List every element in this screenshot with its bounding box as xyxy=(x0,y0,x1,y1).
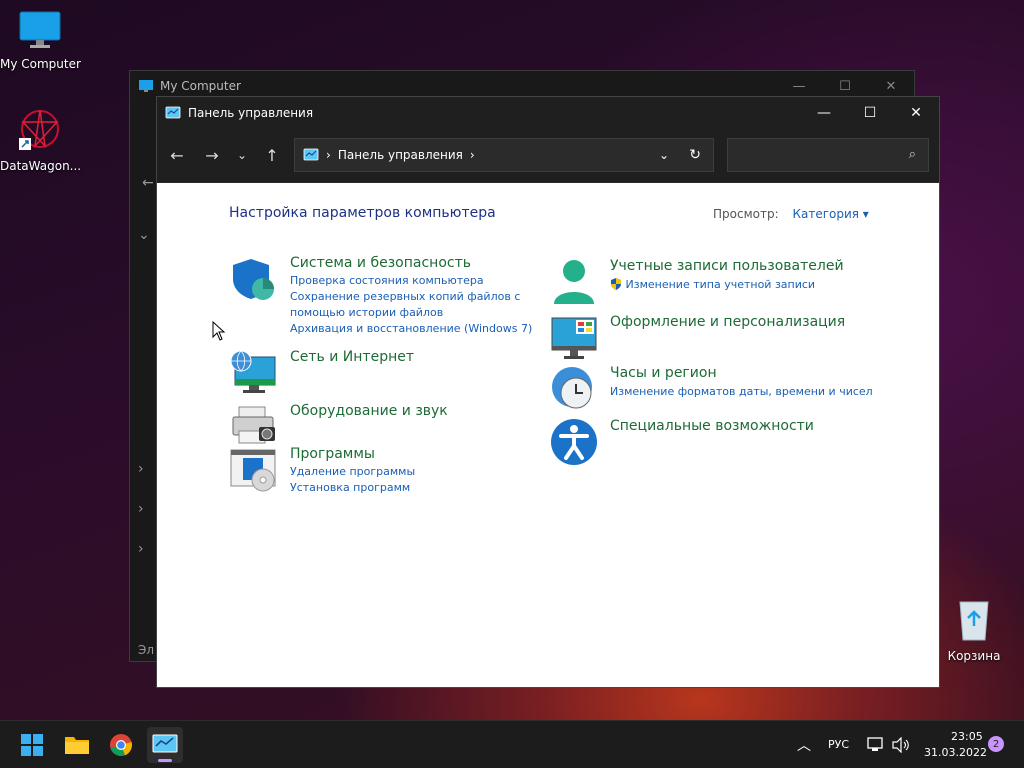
up-button[interactable]: ↑ xyxy=(260,143,284,167)
uac-shield-icon xyxy=(611,278,621,290)
monitor-icon xyxy=(19,11,61,48)
view-dropdown[interactable]: Категория ▾ xyxy=(792,207,868,221)
datawagon-icon xyxy=(19,109,59,150)
forward-button[interactable]: → xyxy=(200,143,224,167)
programs-icon xyxy=(230,449,276,492)
desktop-icon-label: DataWagon... xyxy=(0,159,82,173)
close-button[interactable]: ✕ xyxy=(893,97,939,128)
address-bar[interactable]: › Панель управления › ⌄ ↻ xyxy=(294,138,714,172)
desktop-icon-datawagon[interactable]: DataWagon... xyxy=(0,106,82,173)
view-value[interactable]: Категория xyxy=(792,207,859,221)
navigation-toolbar: ← → ⌄ ↑ › Панель управления › ⌄ ↻ ⌕ xyxy=(157,128,939,183)
search-icon[interactable]: ⌕ xyxy=(909,147,916,162)
back-arrow-icon[interactable]: ← xyxy=(142,175,154,191)
windows-logo-icon xyxy=(21,734,43,756)
category-link-label[interactable]: Изменение типа учетной записи xyxy=(626,278,816,291)
network-icon[interactable] xyxy=(867,737,885,753)
category-title[interactable]: Учетные записи пользователей xyxy=(610,258,910,274)
network-icon xyxy=(230,350,276,393)
category-title[interactable]: Часы и регион xyxy=(610,365,910,381)
desktop-icon-label: My Computer xyxy=(0,57,81,71)
monitor-icon xyxy=(139,80,153,92)
category-link[interactable]: Проверка состояния компьютера xyxy=(290,273,550,289)
category-title[interactable]: Программы xyxy=(290,446,550,462)
breadcrumb[interactable]: Панель управления xyxy=(338,148,463,162)
category-link[interactable]: Изменение форматов даты, времени и чисел xyxy=(610,384,910,400)
recent-locations-chevron-icon[interactable]: ⌄ xyxy=(230,143,254,167)
chevron-down-icon[interactable]: ⌄ xyxy=(138,227,150,243)
file-explorer-button[interactable] xyxy=(59,727,95,763)
control-panel-taskbar-button[interactable] xyxy=(147,727,183,763)
chevron-right-icon[interactable]: › xyxy=(138,501,144,517)
desktop-icon-label: Корзина xyxy=(947,649,1001,663)
category-title[interactable]: Система и безопасность xyxy=(290,255,550,271)
breadcrumb-chevron-icon[interactable]: › xyxy=(470,148,475,162)
shield-icon xyxy=(233,259,274,300)
category-title[interactable]: Оборудование и звук xyxy=(290,403,550,419)
clock-time[interactable]: 23:05 xyxy=(951,730,983,743)
active-indicator xyxy=(158,759,172,762)
language-indicator[interactable]: РУС xyxy=(828,738,849,751)
chrome-icon xyxy=(110,734,132,757)
category-link[interactable]: Архивация и восстановление (Windows 7) xyxy=(290,321,550,337)
category-link[interactable]: Изменение типа учетной записи xyxy=(610,277,910,293)
start-button[interactable] xyxy=(14,727,50,763)
notification-badge[interactable]: 2 xyxy=(988,736,1004,752)
monitor-icon xyxy=(551,317,597,359)
user-icon xyxy=(554,260,594,304)
back-button[interactable]: ← xyxy=(165,143,189,167)
search-input[interactable]: ⌕ xyxy=(727,138,929,172)
category-link[interactable]: Удаление программы xyxy=(290,464,550,480)
address-dropdown-icon[interactable]: ⌄ xyxy=(659,148,669,162)
chrome-button[interactable] xyxy=(103,727,139,763)
content-area: Настройка параметров компьютера Просмотр… xyxy=(157,183,939,687)
category-link[interactable]: Установка программ xyxy=(290,480,550,496)
clock-icon xyxy=(552,367,592,409)
recycle-bin-icon xyxy=(959,601,989,641)
control-panel-window[interactable]: Панель управления — ☐ ✕ ← → ⌄ ↑ › Панель… xyxy=(156,96,940,688)
view-label: Просмотр: xyxy=(713,207,779,221)
category-title[interactable]: Сеть и Интернет xyxy=(290,349,550,365)
maximize-button[interactable]: ☐ xyxy=(847,97,893,128)
taskbar: ︿ РУС 23:05 31.03.2022 2 xyxy=(0,720,1024,768)
folder-icon xyxy=(65,737,89,754)
chevron-right-icon[interactable]: › xyxy=(138,461,144,477)
tray-overflow-icon[interactable]: ︿ xyxy=(797,735,811,755)
category-title[interactable]: Оформление и персонализация xyxy=(610,314,910,330)
category-title[interactable]: Специальные возможности xyxy=(610,418,910,434)
window-title: Панель управления xyxy=(188,105,314,120)
view-selector: Просмотр: Категория ▾ xyxy=(713,207,869,221)
refresh-icon[interactable]: ↻ xyxy=(689,147,701,163)
control-panel-icon xyxy=(165,106,181,118)
printer-icon xyxy=(232,406,275,444)
mouse-cursor-icon xyxy=(212,321,226,341)
volume-icon[interactable] xyxy=(892,737,910,753)
minimize-button[interactable]: — xyxy=(801,97,847,128)
clock-date[interactable]: 31.03.2022 xyxy=(924,746,987,759)
desktop-icon-my-computer[interactable]: My Computer xyxy=(0,10,81,71)
control-panel-icon xyxy=(303,148,319,161)
breadcrumb-separator-icon: › xyxy=(326,148,331,162)
control-panel-icon xyxy=(152,734,178,753)
category-link[interactable]: помощью истории файлов xyxy=(290,305,550,321)
chevron-right-icon[interactable]: › xyxy=(138,541,144,557)
status-bar-text: Эл xyxy=(138,643,155,657)
background-window-title: My Computer xyxy=(160,79,241,93)
page-title: Настройка параметров компьютера xyxy=(229,205,496,221)
category-link[interactable]: Сохранение резервных копий файлов с xyxy=(290,289,550,305)
desktop-icon-recycle-bin[interactable]: Корзина xyxy=(934,596,1014,663)
accessibility-icon xyxy=(551,419,597,465)
